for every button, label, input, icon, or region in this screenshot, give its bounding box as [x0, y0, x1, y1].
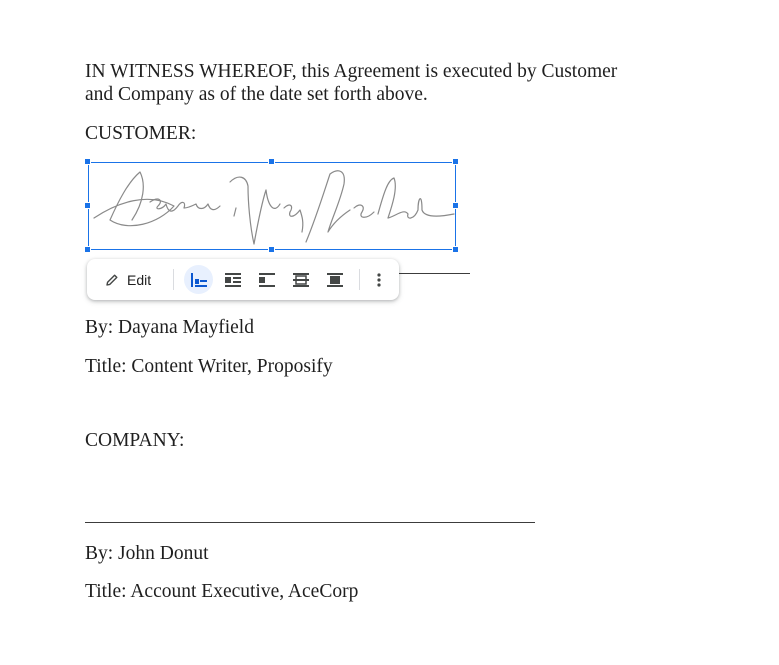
in-front-of-text-icon: [326, 272, 343, 287]
customer-by: By: Dayana Mayfield: [85, 317, 254, 338]
resize-handle-left[interactable]: [84, 202, 91, 209]
resize-handle-bottom[interactable]: [268, 246, 275, 253]
resize-handle-right[interactable]: [452, 202, 459, 209]
wrap-inline-button[interactable]: [184, 265, 213, 294]
company-label: COMPANY:: [85, 430, 185, 451]
witness-clause-line-2: and Company as of the date set forth abo…: [85, 84, 428, 105]
more-options-button[interactable]: [368, 265, 390, 294]
customer-label: CUSTOMER:: [85, 123, 197, 144]
behind-text-button[interactable]: [286, 265, 315, 294]
resize-handle-bottom-right[interactable]: [452, 246, 459, 253]
more-vert-icon: [377, 272, 381, 287]
signature-image[interactable]: [84, 158, 459, 253]
break-text-icon: [258, 272, 275, 287]
customer-title: Title: Content Writer, Proposify: [85, 356, 333, 377]
image-options-toolbar: Edit: [87, 259, 399, 300]
toolbar-divider: [173, 269, 174, 290]
behind-text-icon: [292, 272, 309, 287]
wrap-inline-icon: [190, 272, 207, 287]
company-signature-line: [85, 522, 535, 523]
wrap-text-icon: [224, 272, 241, 287]
break-text-button[interactable]: [252, 265, 281, 294]
edit-button-label: Edit: [127, 271, 152, 288]
wrap-text-button[interactable]: [218, 265, 247, 294]
toolbar-divider: [359, 269, 360, 290]
company-title: Title: Account Executive, AceCorp: [85, 581, 359, 602]
resize-handle-top-right[interactable]: [452, 158, 459, 165]
edit-button[interactable]: Edit: [99, 266, 161, 293]
resize-handle-top-left[interactable]: [84, 158, 91, 165]
resize-handle-bottom-left[interactable]: [84, 246, 91, 253]
resize-handle-top[interactable]: [268, 158, 275, 165]
witness-clause-line-1: IN WITNESS WHEREOF, this Agreement is ex…: [85, 61, 618, 82]
selection-border: [88, 162, 456, 250]
pencil-icon: [106, 274, 118, 286]
company-by: By: John Donut: [85, 543, 209, 564]
in-front-of-text-button[interactable]: [320, 265, 349, 294]
